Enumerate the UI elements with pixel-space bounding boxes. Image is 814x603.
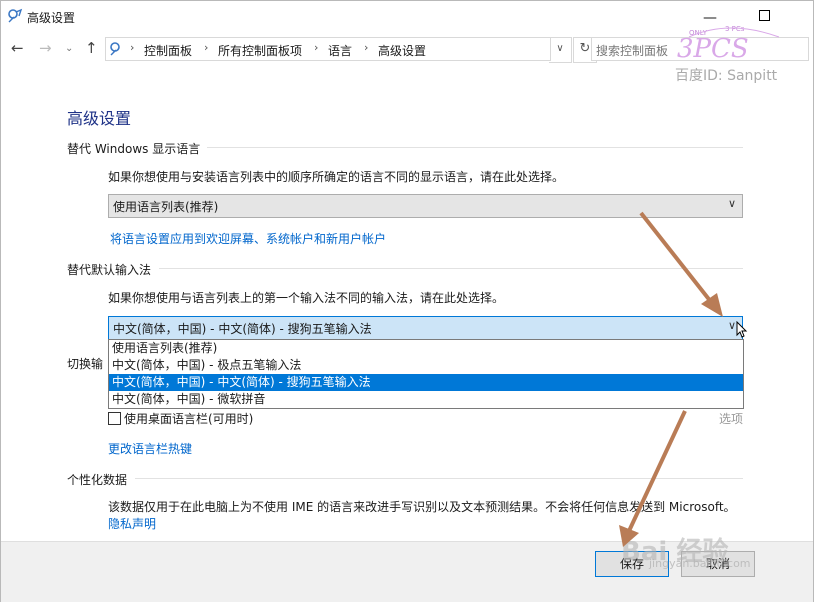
breadcrumb-separator-icon: › (204, 41, 209, 54)
change-hotkeys-link[interactable]: 更改语言栏热键 (108, 440, 192, 457)
section-divider (159, 268, 743, 269)
arrow-head-icon (701, 293, 723, 317)
page-title: 高级设置 (67, 109, 132, 128)
dropdown-option[interactable]: 中文(简体，中国) - 微软拼音 (109, 391, 743, 408)
control-panel-icon (8, 8, 23, 23)
breadcrumb-separator-icon: › (364, 41, 369, 54)
breadcrumb-item[interactable]: 所有控制面板项 (218, 42, 302, 59)
annotation-arrow-to-dropdown (639, 211, 717, 309)
display-language-description: 如果你想使用与安装语言列表中的顺序所确定的语言不同的显示语言，请在此处选择。 (108, 170, 565, 184)
address-bar[interactable]: › 控制面板 › 所有控制面板项 › 语言 › 高级设置 (105, 37, 551, 61)
input-method-section-title: 替代默认输入法 (67, 263, 152, 277)
address-history-dropdown[interactable]: ∨ (549, 37, 572, 63)
watermark-logo-text: 3PCS (677, 34, 749, 64)
up-arrow-icon[interactable]: ↑ (85, 39, 98, 57)
window: 高级设置 — ← → ⌄ ↑ › 控制面板 › 所有控制面板项 › 语言 › 高… (0, 0, 814, 602)
forward-arrow-icon[interactable]: → (39, 39, 52, 57)
use-desktop-language-bar-checkbox[interactable] (108, 412, 121, 425)
input-method-dropdown-list: 使用语言列表(推荐) 中文(简体，中国) - 极点五笔输入法 中文(简体，中国)… (108, 339, 744, 409)
display-language-selected: 使用语言列表(推荐) (113, 200, 219, 214)
back-arrow-icon[interactable]: ← (11, 39, 24, 57)
refresh-icon: ↻ (579, 41, 591, 56)
use-desktop-language-bar-label: 使用桌面语言栏(可用时) (124, 412, 254, 426)
section-divider (207, 147, 743, 148)
dropdown-option[interactable]: 使用语言列表(推荐) (109, 340, 743, 357)
personal-data-section-title: 个性化数据 (67, 473, 128, 487)
breadcrumb-item[interactable]: 高级设置 (378, 42, 426, 59)
input-method-selected: 中文(简体，中国) - 中文(简体) - 搜狗五笔输入法 (113, 322, 372, 336)
chevron-down-icon: ∨ (727, 197, 736, 210)
chevron-down-icon: ∨ (727, 319, 736, 332)
search-placeholder: 搜索控制面板 (596, 44, 669, 58)
apply-settings-link[interactable]: 将语言设置应用到欢迎屏幕、系统帐户和新用户帐户 (110, 230, 386, 247)
display-language-select[interactable]: 使用语言列表(推荐) ∨ (108, 194, 743, 218)
privacy-statement-link[interactable]: 隐私声明 (108, 515, 156, 532)
breadcrumb-item[interactable]: 控制面板 (144, 42, 192, 59)
chevron-down-icon: ∨ (556, 43, 564, 54)
control-panel-icon (110, 42, 120, 56)
input-method-description: 如果你想使用与语言列表上的第一个输入法不同的输入法，请在此处选择。 (108, 291, 505, 305)
dropdown-option[interactable]: 中文(简体，中国) - 极点五笔输入法 (109, 357, 743, 374)
options-link[interactable]: 选项 (719, 410, 743, 427)
input-method-select[interactable]: 中文(简体，中国) - 中文(简体) - 搜狗五笔输入法 ∨ (108, 316, 743, 340)
breadcrumb-separator-icon: › (130, 41, 135, 54)
watermark-id: 百度ID: Sanpitt (675, 68, 778, 84)
switch-input-section-title: 切换输 (67, 357, 104, 371)
baidu-watermark-url: jingyan.baidu.com (649, 557, 751, 570)
display-language-section-title: 替代 Windows 显示语言 (67, 142, 201, 156)
watermark-pcs-text: 3 PCs (725, 25, 745, 33)
breadcrumb-separator-icon: › (314, 41, 319, 54)
personal-data-description: 该数据仅用于在此电脑上为不使用 IME 的语言来改进手写识别以及文本预测结果。不… (108, 500, 736, 514)
dropdown-option-selected[interactable]: 中文(简体，中国) - 中文(简体) - 搜狗五笔输入法 (109, 374, 743, 391)
recent-chevron-icon[interactable]: ⌄ (65, 43, 73, 54)
maximize-button[interactable] (759, 10, 770, 21)
section-divider (135, 478, 743, 479)
window-title: 高级设置 (27, 11, 76, 25)
mouse-cursor-icon (736, 321, 748, 338)
breadcrumb-item[interactable]: 语言 (328, 42, 352, 59)
